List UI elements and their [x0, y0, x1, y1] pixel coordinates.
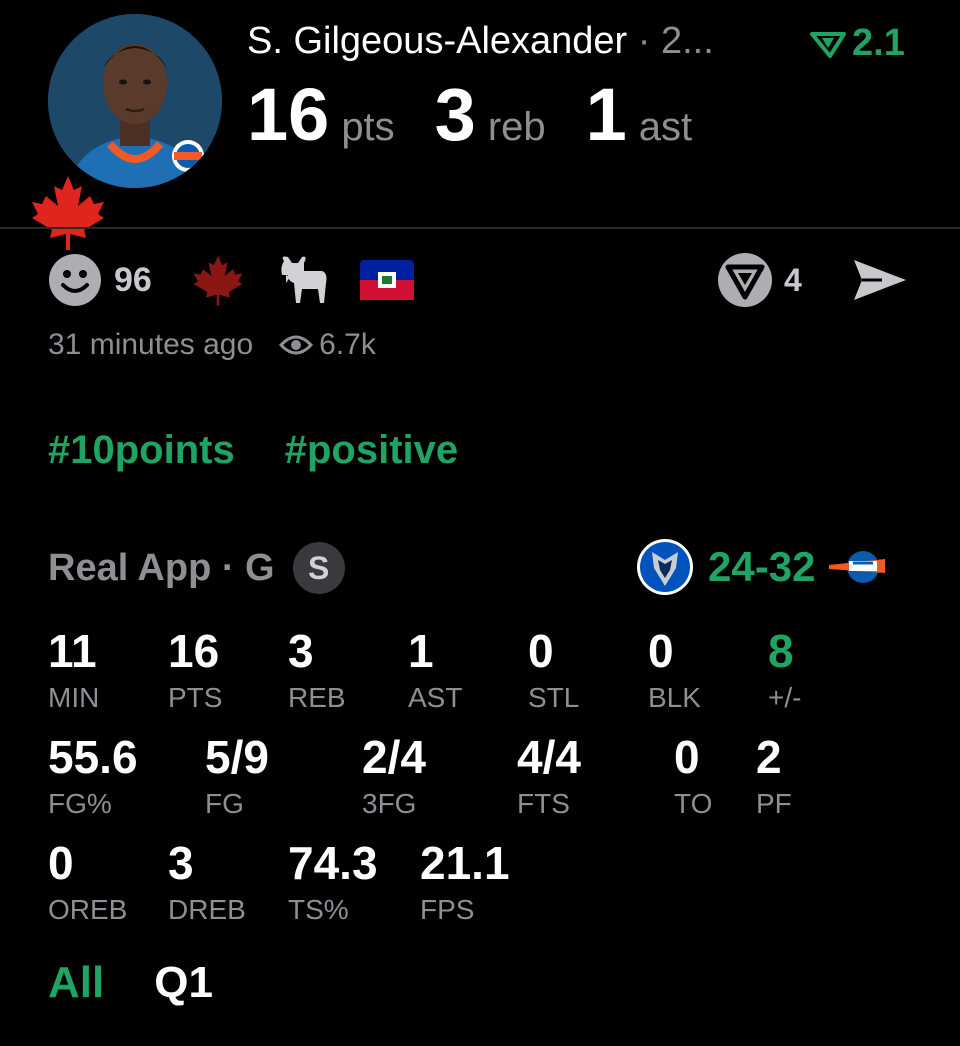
maple-leaf-icon[interactable]	[190, 253, 246, 307]
pts-unit: pts	[341, 105, 395, 149]
stat-3fg: 2/4 3FG	[362, 734, 426, 820]
stat-stl: 0 STL	[528, 628, 579, 714]
home-score: 32	[768, 543, 816, 590]
stat-label: MIN	[48, 682, 100, 713]
player-avatar[interactable]	[48, 14, 222, 188]
eye-icon	[279, 335, 314, 355]
stat-pf: 2 PF	[756, 734, 792, 820]
reactions-row: 96	[48, 252, 444, 308]
view-count: 6.7k	[319, 328, 376, 361]
stat-fg: 5/9 FG	[205, 734, 269, 820]
share-icon[interactable]	[852, 256, 908, 304]
stat-blk: 0 BLK	[648, 628, 701, 714]
game-info: Real App · G S	[48, 542, 345, 594]
reb-value: 3	[434, 73, 476, 156]
stat-value: 21.1	[420, 837, 510, 889]
stat-value: 11	[48, 625, 97, 677]
vig-icon	[810, 31, 846, 58]
stat-label: FPS	[420, 894, 475, 925]
thunder-logo-icon	[829, 551, 886, 583]
pts-value: 16	[247, 73, 330, 156]
maple-leaf-badge-icon	[28, 172, 108, 252]
stat-plus-minus: 8 +/-	[768, 628, 801, 714]
hashtag-10points[interactable]: #10points	[48, 428, 235, 473]
period-tabs: All Q1	[48, 958, 213, 1008]
score-separator: -	[754, 543, 769, 590]
stat-reb: 3 REB	[288, 628, 346, 714]
vote-count: 4	[784, 261, 802, 298]
stat-value: 4/4	[517, 731, 581, 783]
stat-value: 16	[168, 625, 220, 677]
stat-oreb: 0 OREB	[48, 840, 127, 926]
header-divider	[0, 227, 960, 229]
headline-statline: 16 pts 3 reb 1 ast	[247, 72, 732, 157]
stat-pts: 16 PTS	[168, 628, 222, 714]
vote-icon[interactable]	[716, 251, 774, 309]
reb-unit: reb	[487, 105, 546, 149]
stat-label: REB	[288, 682, 346, 713]
position-badge: S	[292, 542, 345, 594]
hashtag-positive[interactable]: #positive	[285, 428, 458, 473]
game-score[interactable]: 24-32	[636, 538, 886, 596]
stat-label: DREB	[168, 894, 246, 925]
stat-label: FTS	[517, 788, 570, 819]
stat-fg-pct: 55.6 FG%	[48, 734, 138, 820]
stat-label: BLK	[648, 682, 701, 713]
tab-all[interactable]: All	[48, 958, 104, 1008]
stat-value: 0	[528, 625, 554, 677]
stat-label: FG%	[48, 788, 112, 819]
stat-value: 55.6	[48, 731, 138, 783]
stat-label: TS%	[288, 894, 349, 925]
stat-value: 2	[756, 731, 782, 783]
vig-value: 2.1	[852, 22, 905, 64]
stat-label: +/-	[768, 682, 802, 713]
stat-value: 0	[648, 625, 674, 677]
stat-value: 74.3	[288, 837, 378, 889]
stat-value: 3	[288, 625, 314, 677]
away-score: 24	[708, 543, 755, 590]
stat-min: 11 MIN	[48, 628, 99, 714]
stat-label: OREB	[48, 894, 128, 925]
stat-to: 0 TO	[674, 734, 712, 820]
mavericks-logo-icon	[637, 539, 693, 595]
vig-indicator[interactable]: 2.1	[808, 22, 905, 65]
post-actions: 4	[716, 250, 908, 310]
stat-value: 8	[768, 625, 794, 677]
ast-unit: ast	[638, 105, 693, 149]
stat-fts: 4/4 FTS	[517, 734, 581, 820]
hashtags: #10points #positive	[48, 428, 458, 473]
stat-value: 0	[674, 731, 700, 783]
stat-dreb: 3 DREB	[168, 840, 246, 926]
stat-value: 3	[168, 837, 194, 889]
stat-value: 2/4	[362, 731, 426, 783]
goat-icon[interactable]	[276, 253, 330, 307]
stat-ast: 1 AST	[408, 628, 462, 714]
stat-label: 3FG	[362, 788, 417, 819]
player-name-line[interactable]: S. Gilgeous-Alexander · 2...	[247, 20, 714, 63]
stat-fps: 21.1 FPS	[420, 840, 510, 926]
player-name[interactable]: S. Gilgeous-Alexander	[247, 20, 627, 62]
haiti-flag-icon[interactable]	[359, 260, 414, 300]
stat-label: FG	[205, 788, 244, 819]
smile-count: 96	[114, 260, 152, 299]
views: 6.7k	[279, 328, 376, 362]
stat-label: PF	[756, 788, 792, 819]
stat-label: TO	[674, 788, 713, 819]
stat-value: 5/9	[205, 731, 269, 783]
stat-value: 0	[48, 837, 74, 889]
smile-icon[interactable]	[48, 253, 102, 307]
stat-label: PTS	[168, 682, 223, 713]
ast-value: 1	[585, 73, 627, 156]
tab-q1[interactable]: Q1	[154, 958, 213, 1008]
game-date: · 2...	[627, 20, 714, 62]
stat-label: STL	[528, 682, 580, 713]
game-source: Real App · G	[48, 546, 275, 589]
time-ago: 31 minutes ago	[48, 328, 254, 361]
post-meta: 31 minutes ago 6.7k	[48, 328, 376, 362]
stat-ts-pct: 74.3 TS%	[288, 840, 378, 926]
stat-label: AST	[408, 682, 463, 713]
stat-value: 1	[408, 625, 434, 677]
